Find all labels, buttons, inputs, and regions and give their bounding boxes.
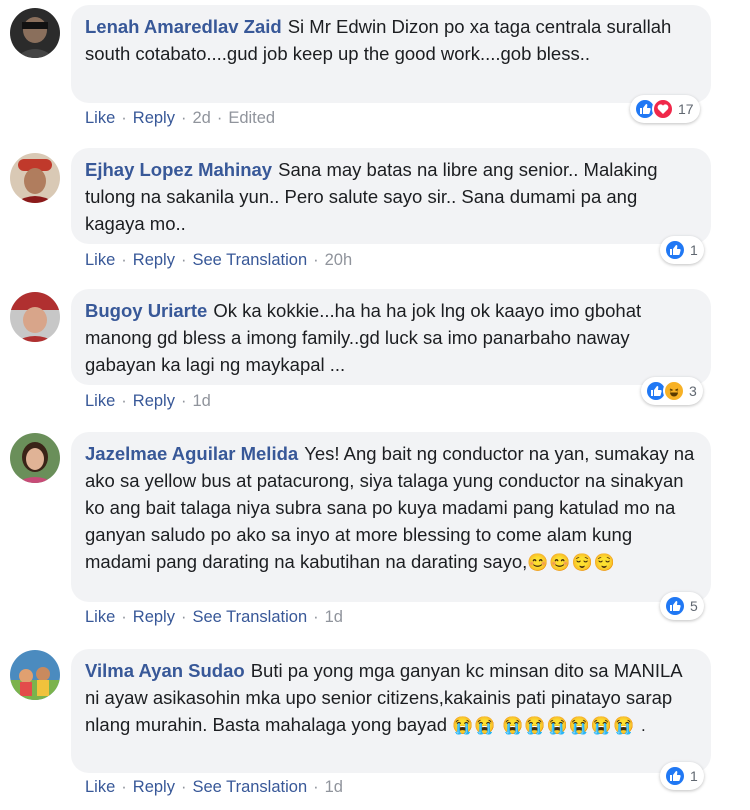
reply-link[interactable]: Reply xyxy=(133,251,175,269)
comment-timestamp[interactable]: 1d xyxy=(192,392,210,410)
emoji-text: 😭😭 😭😭😭😭😭😭 . xyxy=(452,716,647,735)
reaction-summary[interactable]: 17 xyxy=(630,95,700,123)
comment-actions: Like · Reply · See Translation · 1d xyxy=(85,608,343,627)
like-link[interactable]: Like xyxy=(85,608,115,626)
separator: · xyxy=(180,109,187,127)
comment-author[interactable]: Bugoy Uriarte xyxy=(85,300,207,321)
like-link[interactable]: Like xyxy=(85,251,115,269)
like-icon xyxy=(664,765,686,787)
reaction-count: 3 xyxy=(689,383,697,399)
reaction-summary[interactable]: 3 xyxy=(641,377,703,405)
avatar[interactable] xyxy=(10,8,60,58)
reply-link[interactable]: Reply xyxy=(133,392,175,410)
separator: · xyxy=(121,778,127,796)
comment-author[interactable]: Ejhay Lopez Mahinay xyxy=(85,159,272,180)
reaction-summary[interactable]: 1 xyxy=(660,762,704,790)
see-translation-link[interactable]: See Translation xyxy=(192,608,307,626)
comment-bubble: Vilma Ayan Sudao Buti pa yong mga ganyan … xyxy=(71,649,711,773)
comment-author[interactable]: Jazelmae Aguilar Melida xyxy=(85,443,298,464)
see-translation-link[interactable]: See Translation xyxy=(192,251,307,269)
comment-bubble: Bugoy Uriarte Ok ka kokkie...ha ha ha jok… xyxy=(71,289,711,385)
avatar[interactable] xyxy=(10,292,60,342)
comment-bubble: Ejhay Lopez Mahinay Sana may batas na lib… xyxy=(71,148,711,244)
separator: · xyxy=(180,778,187,796)
like-link[interactable]: Like xyxy=(85,109,115,127)
like-link[interactable]: Like xyxy=(85,392,115,410)
separator: · xyxy=(121,251,127,269)
reply-link[interactable]: Reply xyxy=(133,608,175,626)
separator: · xyxy=(180,608,187,626)
reaction-count: 1 xyxy=(690,242,698,258)
comment-timestamp[interactable]: 20h xyxy=(325,251,353,269)
reaction-count: 17 xyxy=(678,101,694,117)
comment-bubble: Jazelmae Aguilar Melida Yes! Ang bait ng … xyxy=(71,432,711,602)
reply-link[interactable]: Reply xyxy=(133,778,175,796)
separator: · xyxy=(180,392,187,410)
comment-author[interactable]: Lenah Amaredlav Zaid xyxy=(85,16,282,37)
comment-timestamp[interactable]: 1d xyxy=(325,778,343,796)
like-icon xyxy=(664,595,686,617)
love-icon xyxy=(652,98,674,120)
separator: · xyxy=(121,109,127,127)
comment-timestamp[interactable]: 1d xyxy=(325,608,343,626)
separator: · xyxy=(180,251,187,269)
separator: · xyxy=(216,109,223,127)
reaction-count: 5 xyxy=(690,598,698,614)
comment-actions: Like · Reply · See Translation · 1d xyxy=(85,778,343,797)
comment-actions: Like · Reply · See Translation · 20h xyxy=(85,251,352,270)
comment-actions: Like · Reply · 2d · Edited xyxy=(85,109,275,128)
emoji-text: 😊😊😌😌 xyxy=(527,553,616,572)
see-translation-link[interactable]: See Translation xyxy=(192,778,307,796)
haha-icon xyxy=(663,380,685,402)
reaction-summary[interactable]: 1 xyxy=(660,236,704,264)
comment-actions: Like · Reply · 1d xyxy=(85,392,211,411)
separator: · xyxy=(313,608,319,626)
like-link[interactable]: Like xyxy=(85,778,115,796)
reply-link[interactable]: Reply xyxy=(133,109,175,127)
reaction-count: 1 xyxy=(690,768,698,784)
like-icon xyxy=(664,239,686,261)
separator: · xyxy=(121,392,127,410)
avatar[interactable] xyxy=(10,650,60,700)
reaction-summary[interactable]: 5 xyxy=(660,592,704,620)
edited-label[interactable]: Edited xyxy=(228,109,275,127)
separator: · xyxy=(313,778,319,796)
comment-timestamp[interactable]: 2d xyxy=(192,109,210,127)
comment-bubble: Lenah Amaredlav Zaid Si Mr Edwin Dizon po… xyxy=(71,5,711,103)
comment-author[interactable]: Vilma Ayan Sudao xyxy=(85,660,245,681)
avatar[interactable] xyxy=(10,433,60,483)
separator: · xyxy=(313,251,319,269)
separator: · xyxy=(121,608,127,626)
avatar[interactable] xyxy=(10,153,60,203)
